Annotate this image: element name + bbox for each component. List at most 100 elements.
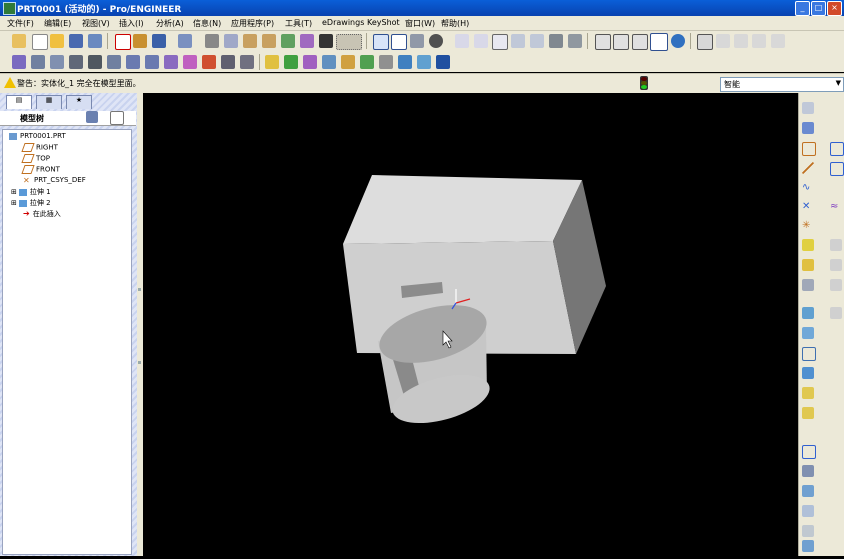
tool-18-icon[interactable] (341, 55, 355, 69)
tool-2-icon[interactable] (31, 55, 45, 69)
chamfer-tool-icon[interactable] (802, 387, 814, 399)
offset-tool-icon[interactable] (802, 540, 814, 552)
spline-tool-icon[interactable]: ≈ (830, 201, 842, 213)
menu-edit[interactable]: 编辑(E) (44, 18, 71, 29)
selection-filter-dropdown[interactable]: 智能 ▼ (720, 77, 844, 92)
menu-analysis[interactable]: 分析(A) (156, 18, 184, 29)
analysis-tool-icon[interactable] (802, 239, 814, 251)
undo-icon[interactable] (152, 34, 166, 48)
tool-4-icon[interactable] (69, 55, 83, 69)
enhanced-realism-icon[interactable] (671, 34, 685, 48)
paste-special-icon[interactable] (262, 34, 276, 48)
expand-icon[interactable]: ⊞ (11, 188, 17, 196)
shell-tool-icon[interactable] (830, 307, 842, 319)
hole-tool-icon[interactable] (802, 307, 814, 319)
tree-item-extrude-2[interactable]: ⊞ 拉伸 2 (11, 198, 51, 208)
close-button[interactable]: × (827, 1, 842, 16)
tool-3-icon[interactable] (50, 55, 64, 69)
round-tool-icon[interactable] (802, 367, 814, 379)
zoom-in-icon[interactable] (455, 34, 469, 48)
tool-11-icon[interactable] (202, 55, 216, 69)
axis-tool-icon[interactable] (802, 162, 814, 174)
menu-tools[interactable]: 工具(T) (285, 18, 312, 29)
tree-item-insert-here[interactable]: ➔ 在此插入 (23, 209, 61, 219)
tool-10-icon[interactable] (183, 55, 197, 69)
sketcher-icon[interactable] (802, 259, 814, 271)
sweep-tool-icon[interactable] (802, 407, 814, 419)
tool-21-icon[interactable] (398, 55, 412, 69)
datum-plane-display-icon[interactable] (697, 34, 713, 50)
orient-mode-icon[interactable] (410, 34, 424, 48)
tree-settings-icon[interactable] (86, 111, 98, 123)
tool-5-icon[interactable] (88, 55, 102, 69)
open-folder-icon[interactable] (50, 34, 64, 48)
new-icon[interactable] (12, 34, 26, 48)
merge-tool-icon[interactable] (802, 485, 814, 497)
extrude-tool-icon[interactable] (802, 279, 814, 291)
no-hidden-icon[interactable] (632, 34, 648, 50)
close-window-icon[interactable] (115, 34, 131, 50)
tool-13-icon[interactable] (240, 55, 254, 69)
refit-icon[interactable] (492, 34, 508, 50)
layers-icon[interactable] (549, 34, 563, 48)
extend-tool-icon[interactable] (802, 525, 814, 537)
tool-19-icon[interactable] (360, 55, 374, 69)
rect-tool-icon[interactable] (830, 162, 844, 176)
datum-axis-display-icon[interactable] (716, 34, 730, 48)
print-icon[interactable] (88, 34, 102, 48)
save-icon[interactable] (69, 34, 83, 48)
paste-icon[interactable] (243, 34, 257, 48)
view-manager-icon[interactable] (568, 34, 582, 48)
trim-tool-icon[interactable] (802, 505, 814, 517)
datum-point-display-icon[interactable] (734, 34, 748, 48)
zoom-out-icon[interactable] (474, 34, 488, 48)
csys-display-icon[interactable] (752, 34, 766, 48)
expand-icon[interactable]: ⊞ (11, 199, 17, 207)
tool-23-icon[interactable] (436, 55, 450, 69)
mirror-tool-icon[interactable] (802, 465, 814, 477)
menu-keyshot[interactable]: KeyShot (367, 18, 400, 27)
csys-tool-icon[interactable]: ✳ (802, 220, 814, 232)
menu-help[interactable]: 帮助(H) (441, 18, 469, 29)
tool-12-icon[interactable] (221, 55, 235, 69)
tool-15-icon[interactable] (284, 55, 298, 69)
wireframe-icon[interactable] (595, 34, 611, 50)
plane-tool-icon[interactable] (802, 142, 816, 156)
sketch-tool-icon[interactable] (830, 239, 842, 251)
tool-7-icon[interactable] (126, 55, 140, 69)
search-icon[interactable] (319, 34, 333, 48)
tool-9-icon[interactable] (164, 55, 178, 69)
tree-item-top[interactable]: TOP (21, 154, 50, 163)
tool-17-icon[interactable] (322, 55, 336, 69)
tab-favorites[interactable]: ★ (66, 95, 92, 109)
datum-point-icon[interactable]: ✕ (802, 201, 814, 213)
tree-item-front[interactable]: FRONT (21, 165, 60, 174)
cut-icon[interactable] (205, 34, 219, 48)
shading-icon[interactable] (650, 33, 668, 51)
tool-22-icon[interactable] (417, 55, 431, 69)
reorient-icon[interactable] (511, 34, 525, 48)
text-tool-icon[interactable] (830, 259, 842, 271)
tree-item-csys[interactable]: ✕ PRT_CSYS_DEF (23, 176, 86, 184)
tab-model-tree[interactable]: ▤ (6, 95, 32, 109)
minimize-button[interactable]: _ (795, 1, 810, 16)
relations-icon[interactable] (300, 34, 314, 48)
redo-icon[interactable] (178, 34, 192, 48)
new-file-icon[interactable] (32, 34, 48, 50)
copy-icon[interactable] (224, 34, 238, 48)
graphics-window[interactable] (143, 93, 798, 556)
tool-6-icon[interactable] (107, 55, 121, 69)
menu-window[interactable]: 窗口(W) (405, 18, 435, 29)
menu-edrawings[interactable]: eDrawings (322, 18, 364, 27)
annotation-display-icon[interactable] (771, 34, 785, 48)
point-tool-icon[interactable] (830, 142, 844, 156)
curve-tool-icon[interactable]: ∿ (802, 182, 814, 194)
tool-8-icon[interactable] (145, 55, 159, 69)
appearance-icon[interactable] (429, 34, 443, 48)
tree-item-part[interactable]: PRT0001.PRT (9, 132, 66, 140)
tree-item-right[interactable]: RIGHT (21, 143, 58, 152)
tool-20-icon[interactable] (379, 55, 393, 69)
maximize-button[interactable]: □ (811, 1, 826, 16)
regenerate-icon[interactable] (133, 34, 147, 48)
hidden-line-icon[interactable] (613, 34, 629, 50)
